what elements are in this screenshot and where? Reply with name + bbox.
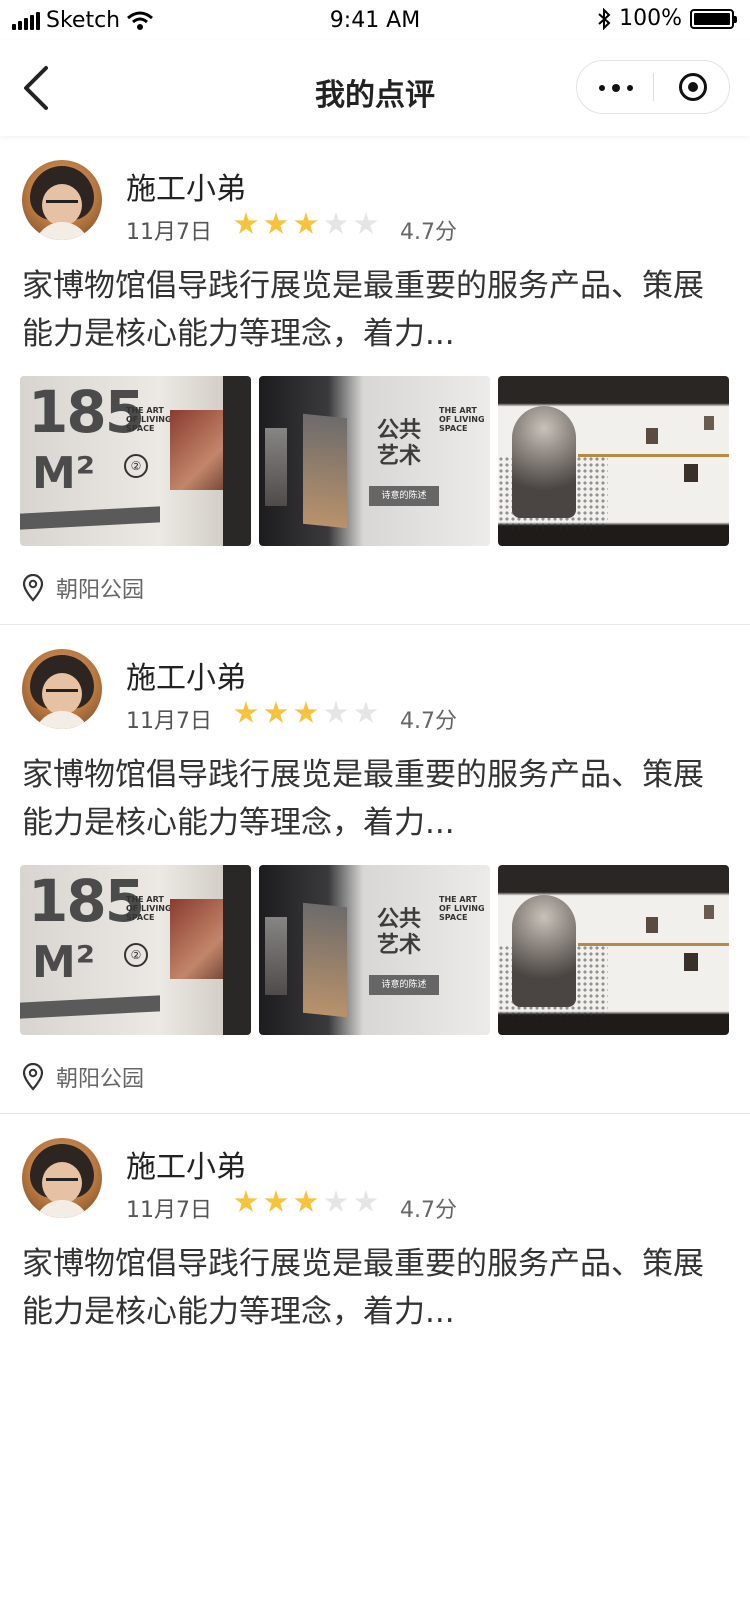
star-empty-icon <box>324 212 348 234</box>
star-filled-icon <box>234 701 258 723</box>
star-filled-icon <box>294 1190 318 1212</box>
photo-text-unit: M² <box>32 937 96 988</box>
review-photo[interactable]: 185 M² THE ART OF LIVING SPACE ② <box>20 376 251 546</box>
battery-icon <box>690 8 737 29</box>
review-score: 4.7分 <box>400 1198 457 1223</box>
photo-text-art: THE ART OF LIVING SPACE <box>439 895 485 922</box>
avatar[interactable] <box>22 160 102 240</box>
star-empty-icon <box>354 212 378 234</box>
photo-text-subtitle: 诗意的陈述 <box>369 486 439 506</box>
photo-text-art: THE ART OF LIVING SPACE <box>126 895 172 922</box>
battery-percent: 100% <box>619 6 682 31</box>
review-content: 家博物馆倡导践行展览是最重要的服务产品、策展能力是核心能力等理念，着力... <box>22 1246 704 1330</box>
review-photo[interactable]: 公共艺术 诗意的陈述 THE ART OF LIVING SPACE <box>259 376 490 546</box>
star-empty-icon <box>354 701 378 723</box>
review-photo[interactable]: 185 M² THE ART OF LIVING SPACE ② <box>20 865 251 1035</box>
bluetooth-icon <box>598 7 611 30</box>
location-label: 朝阳公园 <box>56 1067 145 1092</box>
star-filled-icon <box>234 212 258 234</box>
photo-text-unit: M² <box>32 448 96 499</box>
star-empty-icon <box>324 1190 348 1212</box>
review-content: 家博物馆倡导践行展览是最重要的服务产品、策展能力是核心能力等理念，着力... <box>22 268 704 352</box>
star-empty-icon <box>354 1190 378 1212</box>
photo-grid: 185 M² THE ART OF LIVING SPACE ② 公共艺术 诗意… <box>20 865 731 1035</box>
more-options-button[interactable] <box>577 61 653 113</box>
photo-text-number: ② <box>124 454 148 478</box>
photo-text-title: 公共艺术 <box>377 907 422 958</box>
location-label: 朝阳公园 <box>56 578 145 603</box>
close-target-icon[interactable] <box>679 73 707 101</box>
reviewer-name: 施工小弟 <box>126 661 246 696</box>
review-card[interactable]: 施工小弟 11月7日 4.7分 家博物馆倡导践行展览是最重要的服务产品、策展能力… <box>0 625 750 1114</box>
review-card[interactable]: 施工小弟 11月7日 4.7分 家博物馆倡导践行展览是最重要的服务产品、策展能力… <box>0 136 750 625</box>
review-card[interactable]: 施工小弟 11月7日 4.7分 家博物馆倡导践行展览是最重要的服务产品、策展能力… <box>0 1114 750 1602</box>
review-list: 施工小弟 11月7日 4.7分 家博物馆倡导践行展览是最重要的服务产品、策展能力… <box>0 136 750 1602</box>
photo-grid: 185 M² THE ART OF LIVING SPACE ② 公共艺术 诗意… <box>20 376 731 546</box>
status-right: 100% <box>597 6 737 31</box>
review-photo[interactable]: 公共艺术 诗意的陈述 THE ART OF LIVING SPACE <box>259 865 490 1035</box>
review-photo[interactable] <box>498 865 729 1035</box>
avatar[interactable] <box>22 649 102 729</box>
photo-text-number: ② <box>124 943 148 967</box>
status-bar: Sketch 9:41 AM 100% <box>0 0 750 40</box>
reviewer-name: 施工小弟 <box>126 1150 246 1185</box>
star-rating <box>234 1190 378 1214</box>
review-photo[interactable] <box>498 376 729 546</box>
star-filled-icon <box>294 701 318 723</box>
navigation-bar: 我的点评 <box>0 40 750 136</box>
capsule-divider <box>653 73 654 101</box>
star-filled-icon <box>264 701 288 723</box>
star-rating <box>234 701 378 725</box>
review-date: 11月7日 <box>126 220 212 245</box>
star-rating <box>234 212 378 236</box>
mini-program-capsule <box>576 60 730 114</box>
photo-text-title: 公共艺术 <box>377 418 422 469</box>
review-date: 11月7日 <box>126 1198 212 1223</box>
photo-text-subtitle: 诗意的陈述 <box>369 975 439 995</box>
star-filled-icon <box>264 212 288 234</box>
review-content: 家博物馆倡导践行展览是最重要的服务产品、策展能力是核心能力等理念，着力... <box>22 757 704 841</box>
photo-text-art: THE ART OF LIVING SPACE <box>126 406 172 433</box>
location-pin-icon <box>22 1063 44 1091</box>
review-score: 4.7分 <box>400 709 457 734</box>
star-filled-icon <box>294 212 318 234</box>
photo-text-art: THE ART OF LIVING SPACE <box>439 406 485 433</box>
avatar[interactable] <box>22 1138 102 1218</box>
location-link[interactable]: 朝阳公园 <box>22 572 144 604</box>
star-empty-icon <box>324 701 348 723</box>
star-filled-icon <box>234 1190 258 1212</box>
star-filled-icon <box>264 1190 288 1212</box>
location-link[interactable]: 朝阳公园 <box>22 1061 144 1093</box>
review-date: 11月7日 <box>126 709 212 734</box>
reviewer-name: 施工小弟 <box>126 172 246 207</box>
review-score: 4.7分 <box>400 220 457 245</box>
location-pin-icon <box>22 574 44 602</box>
